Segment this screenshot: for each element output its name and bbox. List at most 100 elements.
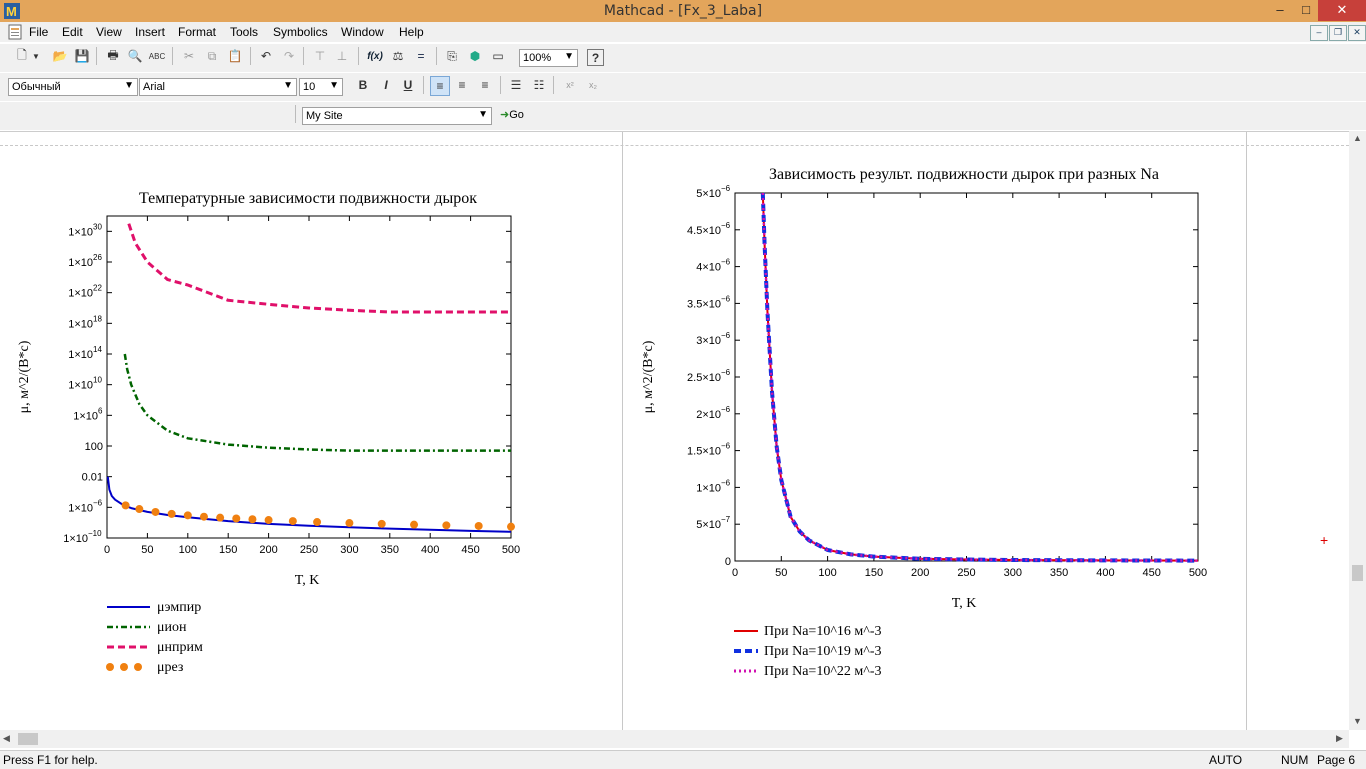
superscript-icon[interactable]: x² xyxy=(561,76,579,94)
legend-label-na16: При Na=10^16 м^-3 xyxy=(764,624,881,639)
plot2-ytick-label: 3×10 xyxy=(696,335,721,347)
plot1-ytick-exponent: 10 xyxy=(93,376,102,385)
plot1-ytick-exponent: −10 xyxy=(88,529,102,538)
legend-label-empir: μэмпир xyxy=(157,600,201,615)
plot2-ytick-label: 0 xyxy=(725,556,731,568)
subscript-icon[interactable]: x₂ xyxy=(584,76,602,94)
font-size-select[interactable]: 10 ▼ xyxy=(299,78,343,96)
mdi-close-button[interactable]: ✕ xyxy=(1348,25,1366,41)
series-res-point xyxy=(345,519,354,528)
component-icon[interactable]: ⬢ xyxy=(466,47,484,65)
mdi-minimize-button[interactable]: – xyxy=(1310,25,1328,41)
plot2-xtick-label: 300 xyxy=(1004,567,1022,579)
align-right-icon[interactable]: ≡ xyxy=(476,76,494,94)
bold-button[interactable]: B xyxy=(354,76,372,94)
insert-unit-icon[interactable]: ⚖ xyxy=(389,47,407,65)
plot2-xtick-label: 250 xyxy=(957,567,975,579)
new-file-icon[interactable]: 🗋 xyxy=(13,47,31,65)
scroll-down-icon[interactable]: ▼ xyxy=(1353,716,1362,726)
align-across-icon[interactable]: ⊤ xyxy=(311,47,329,65)
menu-insert[interactable]: Insert xyxy=(135,25,165,39)
crosshair-cursor-icon: + xyxy=(1320,532,1329,548)
new-dropdown-icon[interactable]: ▼ xyxy=(31,47,41,65)
plot1-ytick-label: 1×10 xyxy=(63,533,88,545)
series-res-point xyxy=(507,522,515,531)
italic-button[interactable]: I xyxy=(377,76,395,94)
resource-center-icon[interactable]: ⎘ xyxy=(443,47,461,65)
spell-check-icon[interactable]: ABC xyxy=(148,47,166,65)
legend-label-neutral: μнприм xyxy=(157,640,203,655)
save-icon[interactable]: 💾 xyxy=(73,47,91,65)
maximize-button[interactable]: □ xyxy=(1292,0,1320,21)
calculate-icon[interactable]: = xyxy=(412,47,430,65)
plot1-legend: μэмпир μион μнприм μрез xyxy=(106,600,203,675)
cut-icon[interactable]: ✂ xyxy=(180,47,198,65)
numbered-list-icon[interactable]: ☷ xyxy=(530,76,548,94)
menu-file[interactable]: File xyxy=(29,25,48,39)
plot2-xtick-label: 450 xyxy=(1143,567,1161,579)
window-title: Mathcad - [Fx_3_Laba] xyxy=(603,3,763,19)
document-icon[interactable] xyxy=(8,24,22,40)
insert-function-icon[interactable]: f(x) xyxy=(365,47,385,65)
menu-format[interactable]: Format xyxy=(178,25,216,39)
menu-symbolics[interactable]: Symbolics xyxy=(273,25,328,39)
horizontal-scrollbar[interactable]: ◀ ▶ xyxy=(0,730,1349,748)
plot-temperature-mobility[interactable]: Температурные зависимости подвижности ды… xyxy=(0,132,620,702)
underline-button[interactable]: U xyxy=(399,76,417,94)
plot2-ytick-label: 4.5×10 xyxy=(687,225,721,237)
plot1-xtick-label: 350 xyxy=(381,544,399,556)
plot2-ytick-label: 4×10 xyxy=(696,262,721,274)
menu-window[interactable]: Window xyxy=(341,25,384,39)
plot2-xtick-label: 400 xyxy=(1096,567,1114,579)
plot2-ytick-exponent: −6 xyxy=(721,331,731,340)
site-select[interactable]: My Site ▼ xyxy=(302,107,492,125)
vertical-scrollbar[interactable]: ▲ ▼ xyxy=(1349,131,1366,730)
plot1-xtick-label: 250 xyxy=(300,544,318,556)
series-res-point xyxy=(135,505,144,514)
plot2-ytick-exponent: −6 xyxy=(721,258,731,267)
menu-edit[interactable]: Edit xyxy=(62,25,83,39)
bullet-list-icon[interactable]: ☰ xyxy=(507,76,525,94)
go-arrow-icon: ➜ xyxy=(500,109,510,121)
style-select[interactable]: Обычный ▼ xyxy=(8,78,138,96)
print-preview-icon[interactable]: 🔍 xyxy=(126,47,144,65)
mdi-restore-button[interactable]: ❐ xyxy=(1329,25,1347,41)
plot2-ytick-exponent: −7 xyxy=(721,515,731,524)
worksheet[interactable]: + Температурные зависимости подвижности … xyxy=(0,131,1349,731)
zoom-select[interactable]: 100% ▼ xyxy=(519,49,578,67)
plot2-frame xyxy=(734,192,1199,562)
align-left-icon[interactable]: ≡ xyxy=(430,76,450,96)
series-res-point xyxy=(232,514,241,523)
align-down-icon[interactable]: ⊥ xyxy=(333,47,351,65)
window-icon[interactable]: ▭ xyxy=(489,47,507,65)
copy-icon[interactable]: ⧉ xyxy=(203,47,221,65)
scroll-left-icon[interactable]: ◀ xyxy=(3,733,10,744)
menu-tools[interactable]: Tools xyxy=(230,25,258,39)
font-select[interactable]: Arial ▼ xyxy=(139,78,297,96)
paste-icon[interactable]: 📋 xyxy=(226,47,244,65)
series-res-point xyxy=(377,519,386,528)
print-icon[interactable]: 🖶 xyxy=(104,47,122,65)
redo-icon[interactable]: ↷ xyxy=(280,47,298,65)
plot1-ytick-exponent: 22 xyxy=(93,284,102,293)
plot2-title: Зависимость результ. подвижности дырок п… xyxy=(769,166,1159,183)
open-folder-icon[interactable]: 📂 xyxy=(51,47,69,65)
series-res-point xyxy=(216,513,225,522)
plot-result-mobility[interactable]: Зависимость результ. подвижности дырок п… xyxy=(624,132,1244,702)
scroll-up-icon[interactable]: ▲ xyxy=(1353,133,1362,143)
go-button[interactable]: ➜Go xyxy=(500,108,524,121)
help-icon[interactable]: ? xyxy=(587,49,604,66)
minimize-button[interactable]: – xyxy=(1266,0,1294,21)
vertical-scroll-thumb[interactable] xyxy=(1352,565,1363,581)
page-margin-right-line xyxy=(1246,132,1247,731)
undo-icon[interactable]: ↶ xyxy=(257,47,275,65)
close-button[interactable]: ✕ xyxy=(1318,0,1366,21)
font-value: Arial xyxy=(143,81,166,93)
align-center-icon[interactable]: ≡ xyxy=(453,76,471,94)
menu-view[interactable]: View xyxy=(96,25,122,39)
scroll-right-icon[interactable]: ▶ xyxy=(1336,733,1343,744)
plot2-ytick-exponent: −6 xyxy=(721,221,731,230)
horizontal-scroll-thumb[interactable] xyxy=(18,733,38,745)
menu-help[interactable]: Help xyxy=(399,25,424,39)
plot1-ytick-label: 1×10 xyxy=(68,502,93,514)
